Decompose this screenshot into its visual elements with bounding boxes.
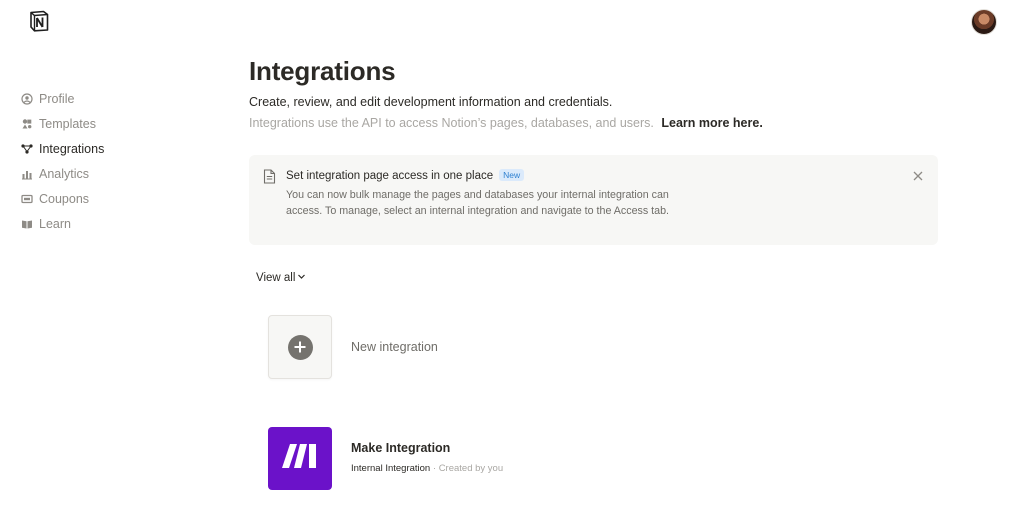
banner-body: You can now bulk manage the pages and da…	[286, 189, 670, 217]
sidebar-item-coupons[interactable]: Coupons	[21, 186, 201, 211]
book-icon	[21, 218, 33, 230]
sidebar-item-templates[interactable]: Templates	[21, 111, 201, 136]
new-integration-label[interactable]: New integration	[351, 340, 438, 354]
learn-more-link[interactable]: Learn more here.	[661, 116, 762, 130]
new-integration-card[interactable]	[268, 315, 332, 379]
ticket-icon	[21, 193, 33, 205]
sidebar-item-label: Profile	[39, 91, 75, 106]
page-description: Integrations use the API to access Notio…	[249, 116, 763, 130]
user-circle-icon	[21, 92, 33, 105]
sidebar-item-analytics[interactable]: Analytics	[21, 161, 201, 186]
banner-title-text: Set integration page access in one place	[286, 170, 494, 182]
announcement-banner: Set integration page access in one place…	[249, 155, 938, 245]
plus-icon	[287, 334, 313, 360]
chevron-down-icon	[295, 272, 306, 284]
sidebar-item-label: Analytics	[39, 166, 90, 181]
description-text: Integrations use the API to access Notio…	[249, 116, 654, 130]
sidebar-item-profile[interactable]: Profile	[21, 86, 201, 111]
sidebar-item-learn[interactable]: Learn	[21, 211, 201, 236]
integration-type: Internal Integration	[351, 463, 431, 474]
page-subtitle: Create, review, and edit development inf…	[249, 95, 613, 109]
banner-title: Set integration page access in one place…	[286, 169, 525, 182]
sidebar-item-label: Learn	[39, 216, 71, 231]
user-avatar[interactable]	[971, 9, 997, 35]
integration-creator: Created by you	[438, 463, 504, 474]
view-all-label: View all	[256, 272, 296, 284]
shapes-icon	[21, 118, 33, 130]
app: Profile Templates Integrations Analytics…	[0, 0, 1024, 521]
nodes-icon	[21, 143, 33, 155]
make-integration-card[interactable]	[268, 427, 332, 490]
view-all-dropdown[interactable]: View all	[256, 272, 306, 284]
notion-logo-icon[interactable]	[27, 9, 51, 33]
new-badge: New	[499, 169, 525, 181]
make-logo-icon	[280, 443, 320, 474]
integration-name[interactable]: Make Integration	[351, 441, 450, 455]
sidebar-item-label: Coupons	[39, 191, 90, 206]
sidebar-item-label: Integrations	[39, 141, 105, 156]
meta-separator: ·	[432, 463, 437, 474]
integration-meta: Internal Integration · Created by you	[351, 463, 503, 474]
sidebar-item-integrations[interactable]: Integrations	[21, 136, 201, 161]
bar-chart-icon	[21, 168, 33, 180]
sidebar-item-label: Templates	[39, 116, 96, 131]
close-icon[interactable]	[912, 169, 924, 181]
page-title: Integrations	[249, 56, 396, 86]
sidebar: Profile Templates Integrations Analytics…	[21, 86, 201, 236]
document-icon	[263, 169, 276, 184]
